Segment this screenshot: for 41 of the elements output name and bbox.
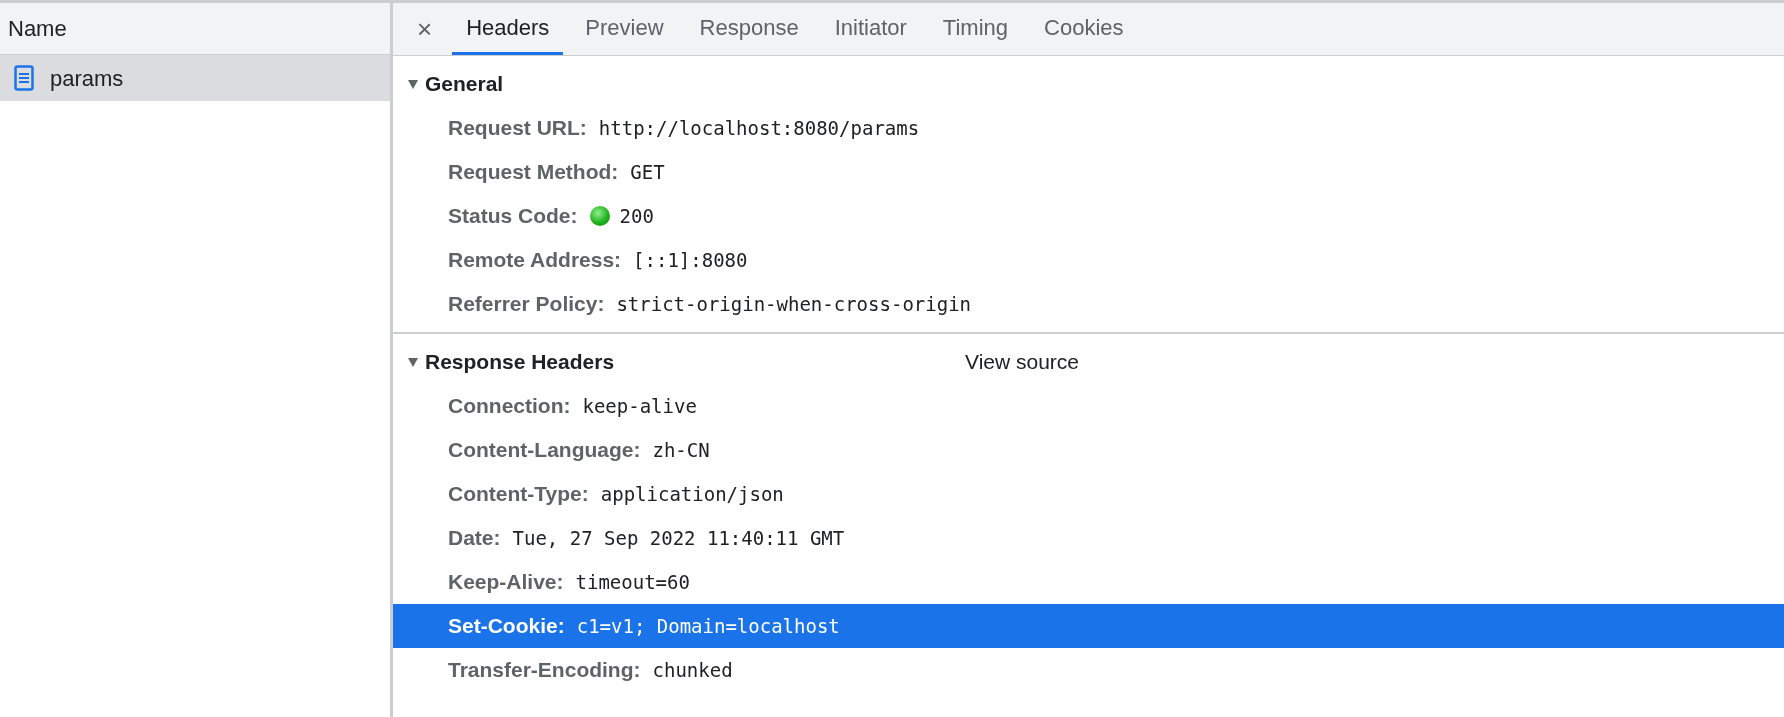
tab[interactable]: Timing: [928, 3, 1023, 55]
column-header[interactable]: Name: [8, 12, 67, 45]
document-icon: [14, 65, 34, 91]
header-name: Referrer Policy:: [448, 291, 605, 318]
header-value: application/json: [600, 481, 784, 507]
header-value: c1=v1; Domain=localhost: [576, 613, 840, 639]
close-button[interactable]: ×: [409, 3, 441, 55]
tab[interactable]: Headers: [452, 3, 564, 55]
tab[interactable]: Response: [685, 3, 813, 55]
header-value: GET: [630, 159, 665, 185]
header-name: Remote Address:: [448, 247, 622, 274]
section-title[interactable]: General: [425, 68, 965, 100]
header-value: 200: [619, 203, 654, 229]
tab[interactable]: Preview: [571, 3, 678, 55]
header-name: Transfer-Encoding:: [448, 657, 641, 684]
header-value: keep-alive: [582, 393, 697, 419]
header-value: http://localhost:8080/params: [598, 115, 920, 141]
header-name: Content-Type:: [448, 481, 589, 508]
header-row[interactable]: Set-Cookie: c1=v1; Domain=localhost: [393, 604, 1784, 648]
header-name: Date:: [448, 525, 501, 552]
header-value: zh-CN: [652, 437, 710, 463]
header-value: timeout=60: [575, 569, 690, 595]
header-name: Keep-Alive:: [448, 569, 564, 596]
header-name: Request URL:: [448, 115, 587, 142]
expanded-triangle-icon[interactable]: [407, 356, 419, 368]
tab[interactable]: Cookies: [1030, 3, 1138, 55]
header-name: Connection:: [448, 393, 571, 420]
header-value: strict-origin-when-cross-origin: [616, 291, 971, 317]
section-title[interactable]: Response Headers: [425, 346, 965, 378]
header-value: Tue, 27 Sep 2022 11:40:11 GMT: [512, 525, 845, 551]
header-name: Request Method:: [448, 159, 619, 186]
header-value: [::1]:8080: [633, 247, 748, 273]
header-value: chunked: [652, 657, 733, 683]
header-name: Status Code:: [448, 203, 578, 230]
header-name: Content-Language:: [448, 437, 641, 464]
expanded-triangle-icon[interactable]: [407, 78, 419, 90]
header-name: Set-Cookie:: [448, 613, 565, 640]
tab[interactable]: Initiator: [820, 3, 921, 55]
view-source-link[interactable]: View source: [965, 346, 1079, 378]
request-row[interactable]: params: [0, 55, 390, 101]
request-name: params: [50, 64, 124, 93]
